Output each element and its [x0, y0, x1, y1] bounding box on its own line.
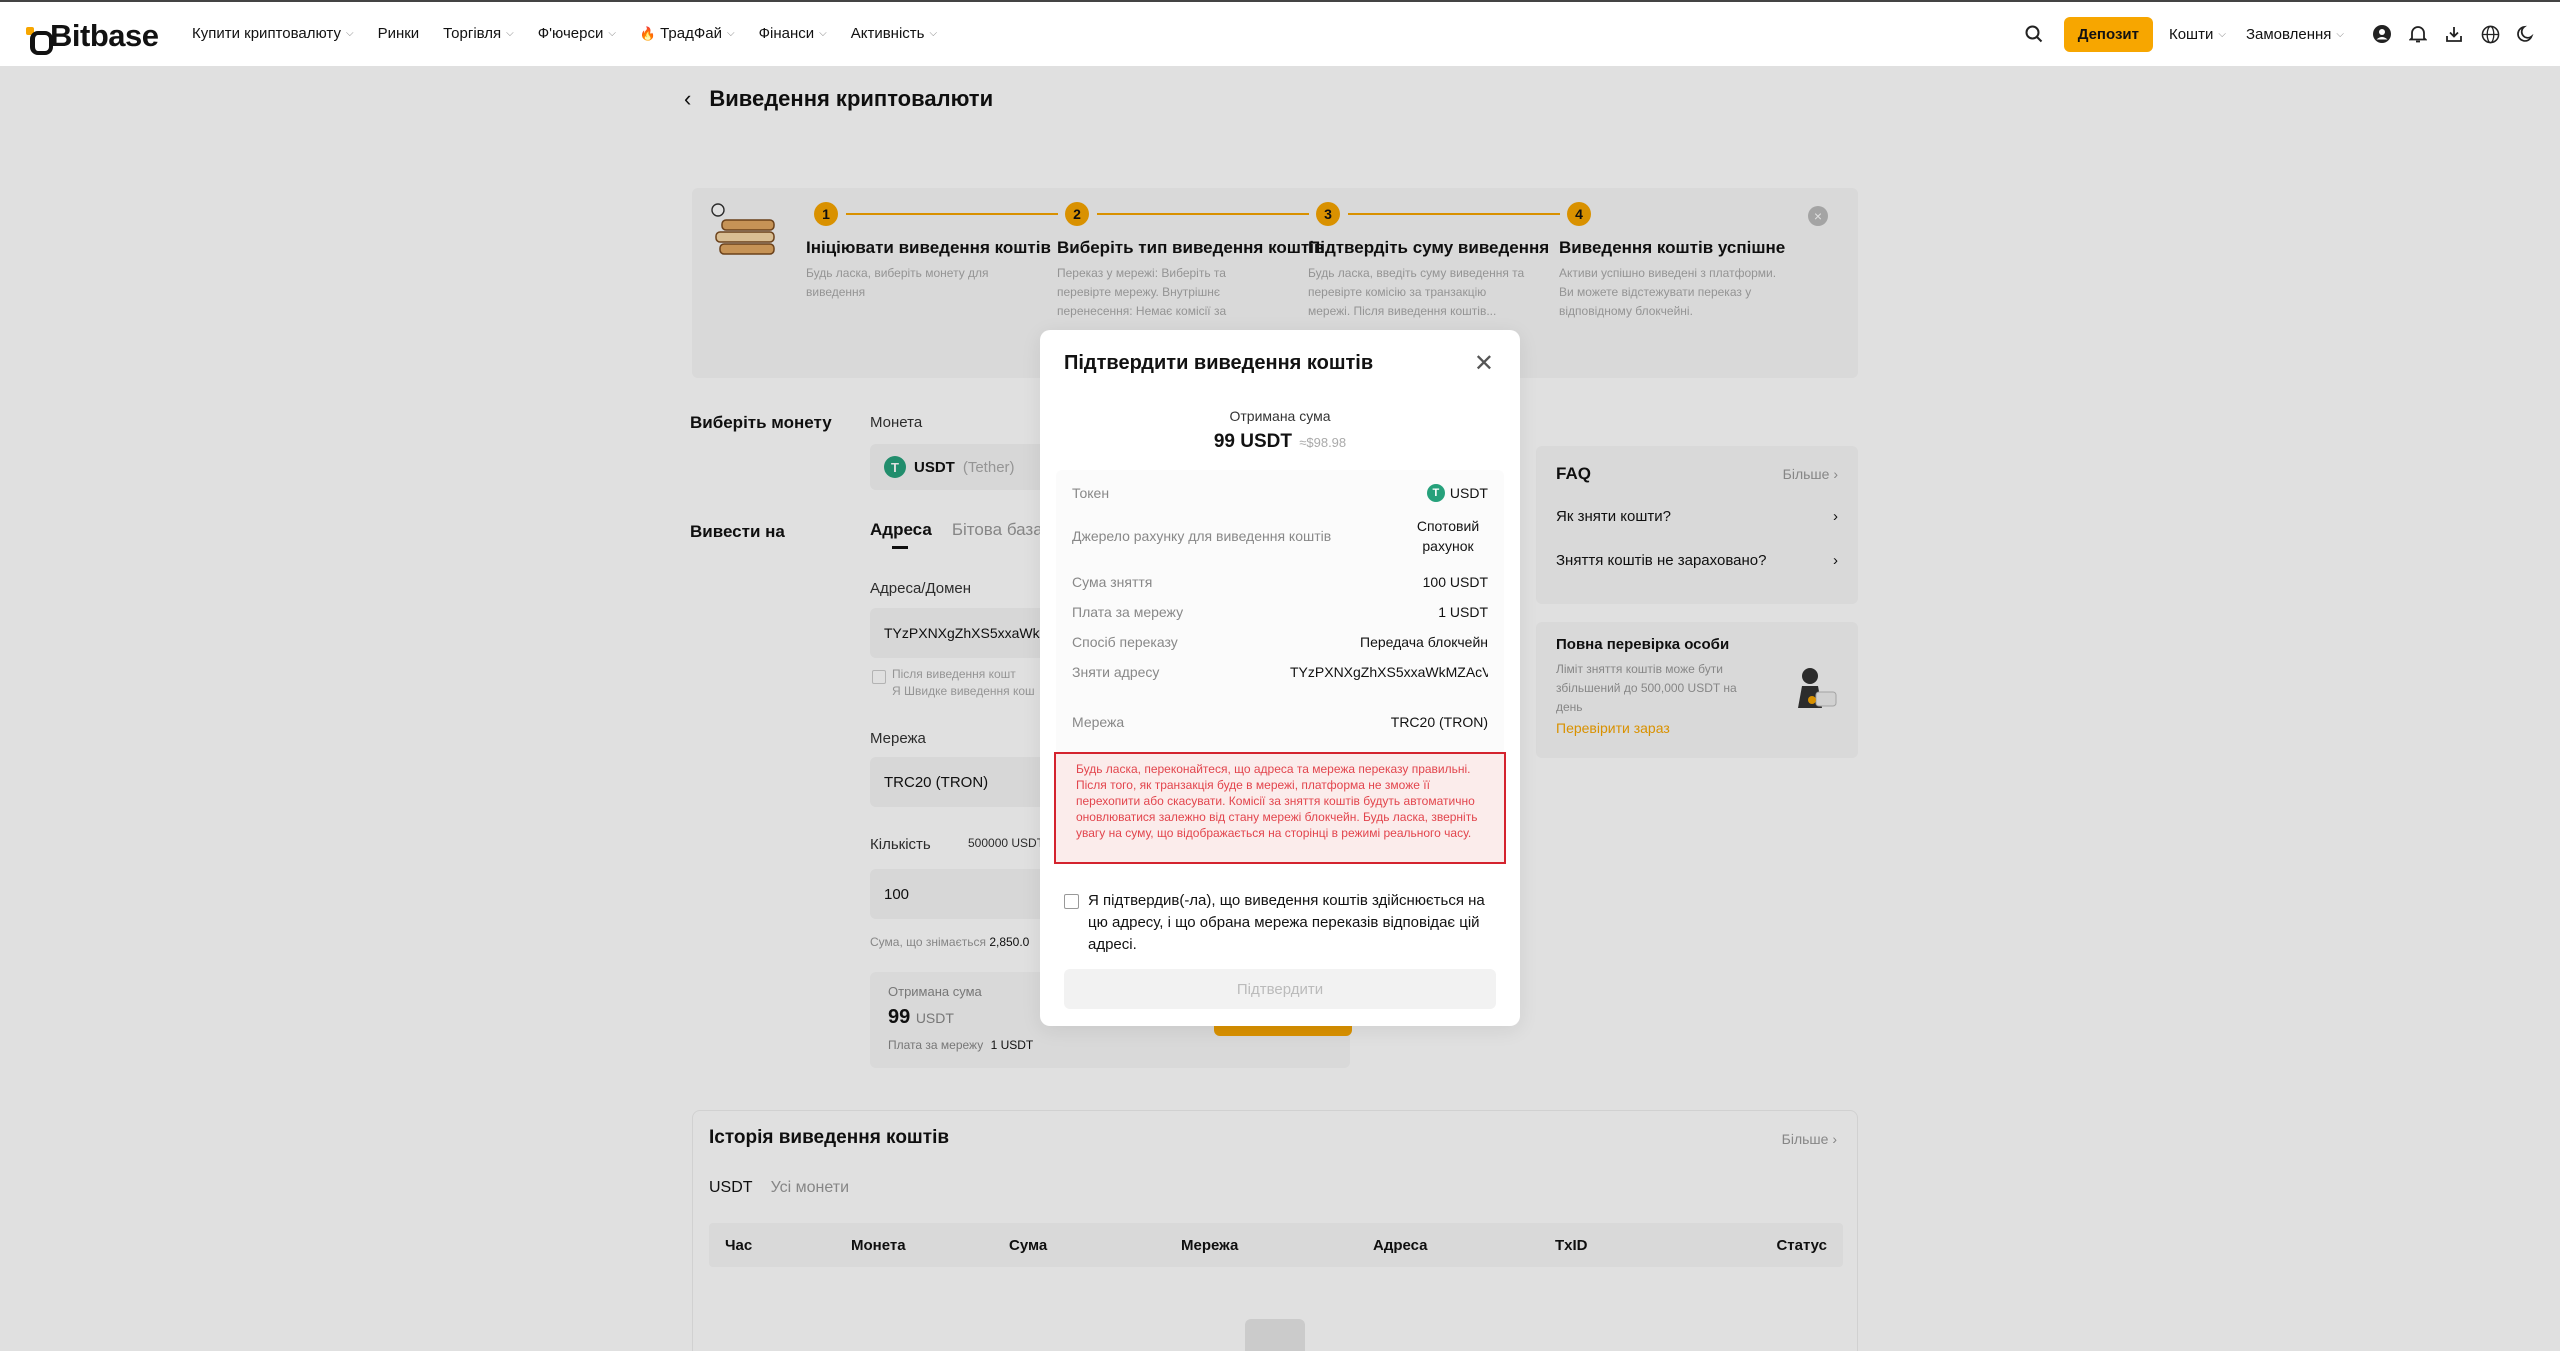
detail-row-token: Токен T USDT [1072, 484, 1488, 502]
modal-title: Підтвердити виведення коштів [1064, 352, 1374, 374]
detail-row-network-fee: Плата за мережу 1 USDT [1072, 604, 1488, 620]
funds-menu[interactable]: Кошти ⌵ [2169, 26, 2226, 43]
orders-menu[interactable]: Замовлення ⌵ [2246, 26, 2344, 43]
top-right-actions: Депозит Кошти ⌵ Замовлення ⌵ [2016, 16, 2560, 52]
chevron-down-icon: ⌵ [2218, 28, 2226, 40]
deposit-button[interactable]: Депозит [2063, 16, 2153, 52]
usdt-coin-icon: T [1426, 484, 1445, 502]
user-account-icon[interactable] [2372, 24, 2392, 44]
nav-item-buy-crypto[interactable]: Купити криптовалюту ⌵ [192, 25, 354, 42]
chevron-down-icon: ⌵ [2336, 28, 2344, 40]
detail-row-withdraw-amount: Сума зняття 100 USDT [1072, 574, 1488, 590]
main-nav: Купити криптовалюту ⌵ Ринки Торгівля ⌵ Ф'ю… [192, 25, 961, 42]
fire-icon: 🔥 [639, 25, 657, 41]
warning-message: Будь ласка, переконайтеся, що адреса та … [1054, 752, 1506, 864]
confirm-address-checkbox-row[interactable]: Я підтвердив(-ла), що виведення коштів з… [1064, 890, 1496, 956]
confirm-checkbox-label: Я підтвердив(-ла), що виведення коштів з… [1088, 892, 1485, 953]
chevron-down-icon: ⌵ [345, 28, 354, 39]
modal-received-label: Отримана сума [1229, 408, 1331, 424]
nav-item-activity[interactable]: Активність ⌵ [851, 25, 937, 42]
modal-received-amount: 99 USDT ≈$98.98 [1213, 431, 1347, 452]
detail-row-withdraw-address: Зняти адресу TYzPXNXgZhXS5xxaWkMZAcVi [1072, 664, 1488, 680]
chevron-down-icon: ⌵ [727, 28, 735, 39]
nav-item-futures[interactable]: Ф'ючерси ⌵ [538, 25, 616, 42]
confirm-button[interactable]: Підтвердити [1064, 969, 1496, 1009]
globe-language-icon[interactable] [2480, 24, 2500, 44]
notification-bell-icon[interactable] [2408, 24, 2428, 44]
detail-row-source-account: Джерело рахунку для виведення коштів Спо… [1072, 518, 1480, 554]
withdraw-details: Токен T USDT Джерело рахунку для виведенн… [1056, 470, 1504, 755]
nav-item-markets[interactable]: Ринки [378, 25, 420, 42]
logo-mark-icon [24, 23, 53, 55]
chevron-down-icon: ⌵ [819, 28, 827, 39]
chevron-down-icon: ⌵ [506, 28, 514, 39]
top-navigation-bar: Bitbase Купити криптовалюту ⌵ Ринки Торгі… [0, 0, 2560, 66]
nav-item-finance[interactable]: Фінанси ⌵ [759, 25, 827, 42]
modal-received-usd: ≈$98.98 [1299, 435, 1347, 450]
chevron-down-icon: ⌵ [608, 28, 616, 39]
close-icon[interactable]: ✕ [1474, 352, 1494, 376]
brand-name: Bitbase [50, 18, 159, 53]
dark-mode-moon-icon[interactable] [2516, 24, 2536, 44]
nav-item-trade[interactable]: Торгівля ⌵ [443, 25, 514, 42]
nav-item-tradfi[interactable]: 🔥 ТрадФай ⌵ [640, 25, 735, 42]
chevron-down-icon: ⌵ [929, 28, 938, 39]
confirm-withdraw-modal: Підтвердити виведення коштів ✕ Отримана … [1040, 330, 1520, 1026]
detail-row-network: Мережа TRC20 (TRON) [1072, 714, 1488, 730]
download-icon[interactable] [2444, 24, 2464, 44]
search-icon[interactable] [2024, 24, 2044, 44]
detail-row-transfer-method: Спосіб переказу Передача блокчейн [1072, 634, 1488, 650]
bitbase-logo[interactable]: Bitbase [24, 18, 159, 55]
confirm-checkbox[interactable] [1064, 894, 1079, 909]
